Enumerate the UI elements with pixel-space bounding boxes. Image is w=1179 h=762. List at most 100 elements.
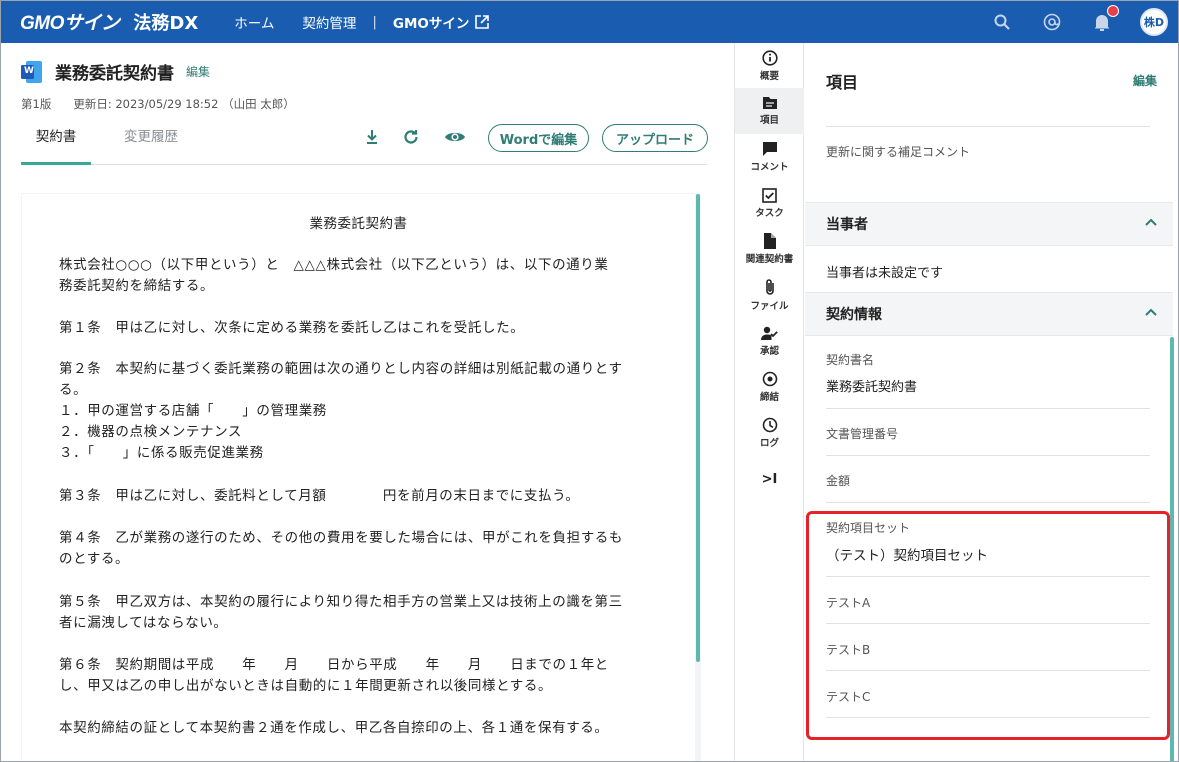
brand-main: GMOサイン xyxy=(20,13,120,34)
contract-paragraph-4: 第３条 甲は乙に対し、委託料として月額 円を前月の末日までに支払う。 xyxy=(59,488,580,504)
folder-icon xyxy=(762,97,777,109)
divider xyxy=(826,502,1150,503)
contract-name-label: 契約書名 xyxy=(826,353,875,367)
contract-paragraph-6: 第５条 甲乙双方は、本契約の履行により知り得た相手方の営業上又は技術上の識を第三… xyxy=(59,594,623,631)
download-icon[interactable] xyxy=(361,126,383,148)
rail-sign[interactable]: 締結 xyxy=(735,364,804,410)
contract-info-section-title: 契約情報 xyxy=(826,307,882,323)
upload-button[interactable]: アップロード xyxy=(602,124,708,152)
at-icon[interactable] xyxy=(1040,10,1064,34)
top-bar: GMOサイン 法務DX ホーム 契約管理 | GMOサイン 株D xyxy=(0,0,1179,43)
divider xyxy=(826,126,1150,127)
test-field-c[interactable]: テストC xyxy=(826,688,870,705)
doc-number-label[interactable]: 文書管理番号 xyxy=(826,425,898,442)
contract-info-section-header[interactable]: 契約情報 xyxy=(805,292,1173,336)
divider xyxy=(826,717,1150,718)
brand-sub: 法務DX xyxy=(133,12,199,34)
updated-label: 更新日: 2023/05/29 18:52 （山田 太郎） xyxy=(73,97,295,111)
nav-separator: | xyxy=(372,13,377,30)
contract-paragraph-8: 本契約締結の証として本契約書２通を作成し、甲乙各自捺印の上、各１通を保有する。 xyxy=(59,720,609,736)
parties-empty-text: 当事者は未設定です xyxy=(826,266,944,281)
parties-section-title: 当事者 xyxy=(826,217,868,233)
user-check-icon xyxy=(761,326,778,340)
document-meta: 第1版 更新日: 2023/05/29 18:52 （山田 太郎） xyxy=(21,96,295,112)
checkbox-icon xyxy=(762,187,777,203)
contract-paragraph-2: 第１条 甲は乙に対し、次条に定める業務を委託し乙はこれを受託した。 xyxy=(59,320,525,336)
search-icon[interactable] xyxy=(990,10,1014,34)
rail-comment[interactable]: コメント xyxy=(735,134,804,180)
parties-section-header[interactable]: 当事者 xyxy=(805,202,1173,246)
rail-task[interactable]: タスク xyxy=(735,180,804,226)
rail-related[interactable]: 関連契約書 xyxy=(735,226,804,272)
rail-task-label: タスク xyxy=(755,207,784,219)
comment-icon xyxy=(762,142,777,156)
test-field-b[interactable]: テストB xyxy=(826,641,870,658)
contract-paragraph-5: 第４条 乙が業務の遂行のため、その他の費用を要した場合には、甲がこれを負担するも… xyxy=(59,530,623,567)
rail-log[interactable]: ログ xyxy=(735,410,804,456)
refresh-icon[interactable] xyxy=(400,126,422,148)
rail-collapse-label: >I xyxy=(761,471,778,487)
version-label: 第1版 xyxy=(21,97,52,111)
chevron-up-icon xyxy=(1145,308,1157,316)
avatar[interactable]: 株D xyxy=(1140,7,1168,36)
title-edit-link[interactable]: 編集 xyxy=(186,63,210,80)
item-set-label: 契約項目セット xyxy=(826,521,911,535)
test-field-a[interactable]: テストA xyxy=(826,594,870,611)
clock-icon xyxy=(762,417,777,433)
document-area: W 業務委託契約書 編集 第1版 更新日: 2023/05/29 18:52 （… xyxy=(0,43,733,762)
rail-file[interactable]: ファイル xyxy=(735,272,804,318)
contract-paragraph-3: 第２条 本契約に基づく委託業務の範囲は次の通りとし内容の詳細は別紙記載の通りとす… xyxy=(59,361,623,461)
item-set-value[interactable]: （テスト）契約項目セット xyxy=(826,544,988,564)
nav-gmo-sign[interactable]: GMOサイン xyxy=(393,12,490,32)
divider xyxy=(826,576,1150,577)
nav-contracts[interactable]: 契約管理 xyxy=(302,12,356,32)
panel-edit-button[interactable]: 編集 xyxy=(1133,72,1157,89)
collapse-icon[interactable]: >I xyxy=(735,456,804,502)
rail-overview[interactable]: 概要 xyxy=(735,43,804,89)
word-file-letter: W xyxy=(24,65,34,76)
rail-file-label: ファイル xyxy=(750,301,789,312)
word-edit-button[interactable]: Wordで編集 xyxy=(488,124,589,152)
contract-name-value[interactable]: 業務委託契約書 xyxy=(826,376,917,395)
panel-scrollbar[interactable] xyxy=(1170,337,1174,762)
document-header: W 業務委託契約書 編集 xyxy=(21,59,210,84)
contract-paragraph-7: 第６条 契約期間は平成 年 月 日から平成 年 月 日までの１年と し、甲又は乙… xyxy=(59,657,609,694)
rail-approval-label: 承認 xyxy=(759,345,779,357)
rail-items-label: 項目 xyxy=(759,115,779,126)
nav-home[interactable]: ホーム xyxy=(234,12,274,32)
items-panel: 項目 編集 更新に関する補足コメント 当事者 当事者は未設定です 契約情報 契約… xyxy=(805,43,1179,762)
notification-badge xyxy=(1107,4,1119,17)
page-title: 業務委託契約書 xyxy=(55,64,174,84)
amount-label[interactable]: 金額 xyxy=(826,472,850,489)
rail-comment-label: コメント xyxy=(750,162,789,173)
panel-title: 項目 xyxy=(826,73,859,92)
rail-overview-label: 概要 xyxy=(759,71,779,82)
divider xyxy=(826,408,1150,409)
nav-gmo-sign-label: GMOサイン xyxy=(392,15,470,32)
divider xyxy=(826,623,1150,624)
target-icon xyxy=(762,371,777,387)
external-link-icon xyxy=(475,14,490,29)
tab-history[interactable]: 変更履歴 xyxy=(121,121,181,165)
brand-logo[interactable]: GMOサイン 法務DX xyxy=(20,0,198,43)
side-rail: 概要 項目 コメント タスク 関連契約書 ファイル 承認 締結 ログ >I xyxy=(734,43,804,762)
rail-sign-label: 締結 xyxy=(759,392,779,403)
rail-related-label: 関連契約書 xyxy=(745,254,794,265)
bell-icon[interactable] xyxy=(1090,4,1119,34)
preview-eye-icon[interactable] xyxy=(444,126,466,148)
rail-approval[interactable]: 承認 xyxy=(735,318,804,364)
divider xyxy=(826,455,1150,456)
word-file-icon: W xyxy=(21,60,43,84)
contract-paragraph-1: 株式会社○○○（以下甲という）と △△△株式会社（以下乙という）は、以下の通り業… xyxy=(59,257,609,294)
contract-title: 業務委託契約書 xyxy=(309,216,408,232)
document-scrollbar[interactable] xyxy=(696,194,700,662)
rail-log-label: ログ xyxy=(759,438,779,449)
main-nav: ホーム 契約管理 | GMOサイン xyxy=(234,12,490,32)
document-icon xyxy=(764,233,776,249)
chevron-up-icon xyxy=(1145,218,1157,226)
tab-contract[interactable]: 契約書 xyxy=(21,121,91,165)
rail-items[interactable]: 項目 xyxy=(735,88,804,134)
top-icons: 株D xyxy=(990,0,1179,43)
info-icon xyxy=(761,50,778,66)
divider xyxy=(826,670,1150,671)
